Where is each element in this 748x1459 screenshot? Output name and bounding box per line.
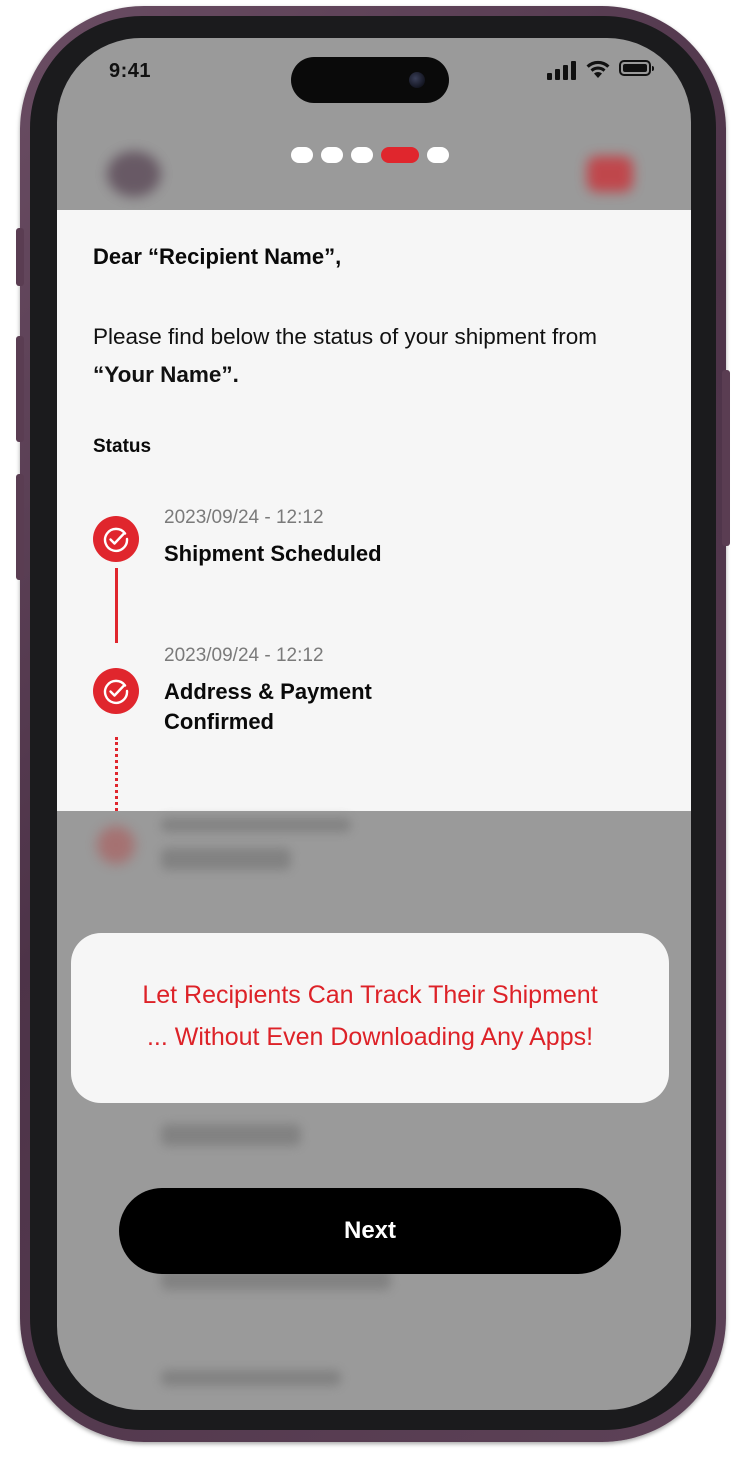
- pager-dot-5[interactable]: [427, 147, 449, 163]
- pager-dot-3[interactable]: [351, 147, 373, 163]
- timeline-connector: [115, 568, 118, 643]
- shipment-status-card: Dear “Recipient Name”, Please find below…: [57, 210, 691, 811]
- pager-dot-2[interactable]: [321, 147, 343, 163]
- event-title-line2: Confirmed: [164, 709, 274, 734]
- pager-dot-1[interactable]: [291, 147, 313, 163]
- status-time: 9:41: [109, 60, 152, 82]
- blurred-avatar: [107, 151, 161, 197]
- phone-screen: 9:41 Dear “Recipient Name”, Please find …: [57, 38, 691, 1410]
- event-title: Shipment Scheduled: [164, 541, 382, 566]
- dynamic-island: [291, 57, 449, 103]
- greeting: Dear “Recipient Name”,: [93, 244, 342, 269]
- blurred-logo-icon: [587, 156, 633, 192]
- sender-name: “Your Name”.: [93, 362, 239, 387]
- status-bar: 9:41: [57, 38, 691, 108]
- blurred-text: [161, 1124, 301, 1146]
- timeline-connector-pending: [115, 737, 118, 811]
- blurred-text: [161, 1370, 341, 1386]
- promo-banner: Let Recipients Can Track Their Shipment …: [71, 933, 669, 1103]
- promo-line-2: ... Without Even Downloading Any Apps!: [146, 1023, 594, 1051]
- camera-icon: [409, 72, 425, 88]
- power-button: [722, 370, 730, 546]
- status-heading: Status: [93, 436, 152, 457]
- wifi-icon: [586, 60, 610, 78]
- pager-dot-4-active[interactable]: [381, 147, 419, 163]
- check-circle-icon: [93, 668, 139, 714]
- check-circle-icon: [93, 516, 139, 562]
- event-title-line1: Address & Payment: [164, 679, 372, 704]
- action-button: [16, 228, 24, 286]
- event-timestamp: 2023/09/24 - 12:12: [164, 507, 324, 528]
- battery-icon: [619, 60, 654, 76]
- promo-line-1: Let Recipients Can Track Their Shipment: [142, 981, 598, 1009]
- blurred-text: [161, 818, 351, 832]
- intro-text: Please find below the status of your shi…: [93, 324, 598, 387]
- blurred-text: [161, 848, 291, 870]
- next-button[interactable]: Next: [119, 1188, 621, 1274]
- volume-down-button: [16, 474, 24, 580]
- volume-up-button: [16, 336, 24, 442]
- blurred-timeline-badge: [97, 826, 135, 864]
- signal-icon: [547, 60, 579, 80]
- event-timestamp: 2023/09/24 - 12:12: [164, 645, 324, 666]
